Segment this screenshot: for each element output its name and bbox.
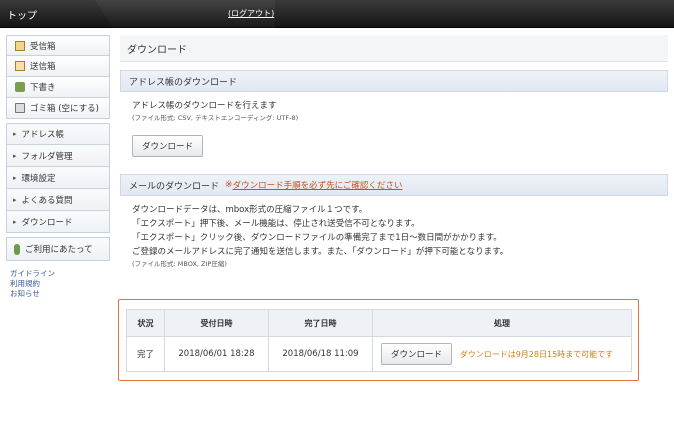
sidebar-item-label: アドレス帳 <box>21 130 65 140</box>
home-title[interactable]: トップ <box>7 7 37 22</box>
mail-desc-line: 「エクスポート」クリック後、ダウンロードファイルの準備完了まで1日〜数日間がかか… <box>132 233 502 243</box>
mail-desc-line: 「エクスポート」押下後、メール機能は、停止され送受信不可となります。 <box>132 219 420 229</box>
sidebar-item-label: 環境設定 <box>21 173 56 184</box>
sidebar-item-faq[interactable]: ▸ よくある質問 <box>6 189 110 211</box>
sidebar-item-folders[interactable]: ▸ フォルダ管理 <box>6 145 110 167</box>
column-header-status: 状況 <box>126 309 165 337</box>
received-cell: 2018/06/01 18:28 <box>164 336 269 372</box>
trash-icon <box>15 103 25 113</box>
procedure-link[interactable]: ダウンロード手順を必ず先にご確認ください <box>233 179 403 191</box>
completed-cell: 2018/06/18 11:09 <box>268 336 373 372</box>
sidebar-footer-links: ガイドライン 利用規約 お知らせ <box>6 269 110 299</box>
inbox-icon <box>15 40 25 51</box>
chevron-right-icon: ▸ <box>13 151 17 160</box>
terms-link[interactable]: 利用規約 <box>10 279 110 289</box>
top-bar: トップ (ログアウト) <box>0 0 674 28</box>
sidebar-item-label: 受信箱 <box>30 41 56 52</box>
sidebar-item-label: ダウンロード <box>21 217 73 228</box>
column-header-received: 受付日時 <box>164 309 269 337</box>
logout-link[interactable]: (ログアウト) <box>228 8 274 19</box>
sidebar: 受信箱 送信箱 下書き ゴミ箱 (空にする) ▸ アドレス帳 ▸ フォルダ管理 … <box>6 35 110 299</box>
sidebar-nav: ▸ アドレス帳 ▸ フォルダ管理 ▸ 環境設定 ▸ よくある質問 ▸ ダウンロー… <box>6 123 110 233</box>
mail-section-heading: メールのダウンロード ※ ダウンロード手順を必ず先にご確認ください <box>120 174 668 196</box>
mail-format: (ファイル形式: MBOX, ZIP圧縮) <box>132 260 227 268</box>
sidebar-item-label: ゴミ箱 (空にする) <box>30 104 99 114</box>
sidebar-item-label: よくある質問 <box>21 195 73 206</box>
chevron-right-icon: ▸ <box>13 173 17 182</box>
page-title: ダウンロード <box>120 35 668 62</box>
table-row: 完了 2018/06/01 18:28 2018/06/18 11:09 ダウン… <box>126 336 632 372</box>
notice-mark: ※ <box>225 180 233 190</box>
chevron-right-icon: ▸ <box>13 130 17 138</box>
sidebar-item-drafts[interactable]: 下書き <box>6 77 110 98</box>
mail-section-body: ダウンロードデータは、mbox形式の圧縮ファイル１つです。 「エクスポート」押下… <box>120 196 668 276</box>
news-link[interactable]: お知らせ <box>10 289 110 299</box>
sidebar-item-download[interactable]: ▸ ダウンロード <box>6 211 110 233</box>
sidebar-item-sent[interactable]: 送信箱 <box>6 56 110 77</box>
sent-icon <box>15 61 25 71</box>
main-content: ダウンロード アドレス帳のダウンロード アドレス帳のダウンロードを行えます (フ… <box>120 35 668 276</box>
sidebar-item-trash[interactable]: ゴミ箱 (空にする) <box>6 98 110 119</box>
sidebar-item-settings[interactable]: ▸ 環境設定 <box>6 167 110 189</box>
sidebar-item-inbox[interactable]: 受信箱 <box>6 35 110 56</box>
guideline-link[interactable]: ガイドライン <box>10 269 110 279</box>
mail-download-button[interactable]: ダウンロード <box>381 343 453 365</box>
sidebar-item-label: 送信箱 <box>30 62 56 72</box>
address-section-heading: アドレス帳のダウンロード <box>120 70 668 92</box>
sidebar-item-usage-guide[interactable]: ご利用にあたって <box>6 237 110 261</box>
sidebar-item-label: フォルダ管理 <box>21 151 73 162</box>
table-header-row: 状況 受付日時 完了日時 処理 <box>126 309 632 337</box>
mail-desc-line: ダウンロードデータは、mbox形式の圧縮ファイル１つです。 <box>132 205 368 215</box>
mail-desc-line: ご登録のメールアドレスに完了通知を送信します。また、「ダウンロード」が押下可能と… <box>132 247 509 257</box>
address-download-button[interactable]: ダウンロード <box>132 135 204 157</box>
action-cell: ダウンロード ダウンロードは9月28日15時まで可能です <box>372 336 632 372</box>
column-header-completed: 完了日時 <box>268 309 373 337</box>
mail-section-title: メールのダウンロード <box>129 181 220 192</box>
draft-icon <box>15 82 25 92</box>
download-status-table: 状況 受付日時 完了日時 処理 完了 2018/06/01 18:28 2018… <box>126 309 632 372</box>
sidebar-item-address-book[interactable]: ▸ アドレス帳 <box>6 123 110 145</box>
address-description: アドレス帳のダウンロードを行えます <box>132 101 277 111</box>
chevron-right-icon: ▸ <box>13 195 17 204</box>
column-header-action: 処理 <box>372 309 632 337</box>
help-icon <box>14 243 20 255</box>
sidebar-item-label: 下書き <box>30 83 56 93</box>
address-section-body: アドレス帳のダウンロードを行えます (ファイル形式: CSV, テキストエンコー… <box>120 92 668 164</box>
chevron-right-icon: ▸ <box>13 217 17 226</box>
address-format: (ファイル形式: CSV, テキストエンコーディング: UTF-8) <box>132 114 299 122</box>
status-cell: 完了 <box>126 336 165 372</box>
availability-note: ダウンロードは9月28日15時まで可能です <box>459 350 614 359</box>
mailbox-list: 受信箱 送信箱 下書き ゴミ箱 (空にする) <box>6 35 110 119</box>
sidebar-item-label: ご利用にあたって <box>25 245 93 255</box>
